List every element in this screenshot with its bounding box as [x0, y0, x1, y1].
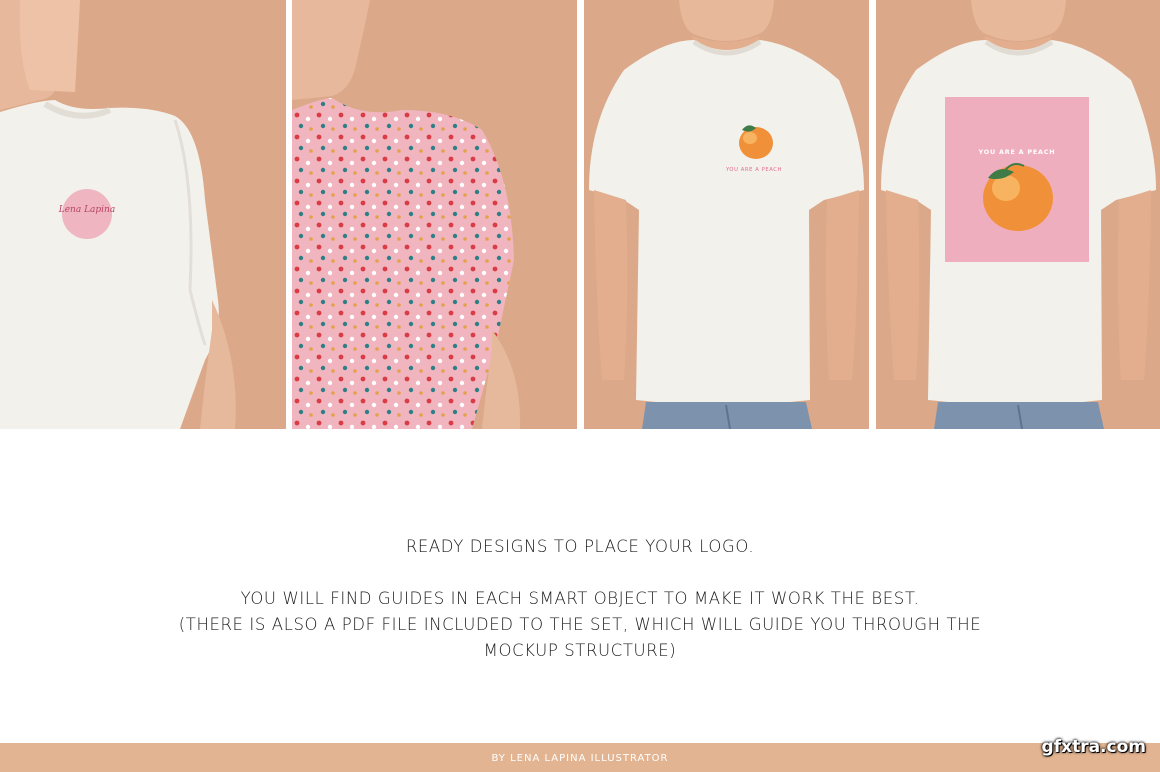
footer-credit: BY LENA LAPINA ILLUSTRATOR [491, 753, 669, 764]
watermark: gfxtra.com [1041, 737, 1146, 757]
caption-line-3: (THERE IS ALSO A PDF FILE INCLUDED TO TH… [178, 615, 982, 634]
large-peach-mockup-photo: YOU ARE A PEACH [876, 0, 1160, 429]
panel-large-peach-print: YOU ARE A PEACH [876, 0, 1160, 429]
logo-mockup-photo: Lena Lapina [0, 0, 286, 429]
panel-small-peach-print: YOU ARE A PEACH [584, 0, 869, 429]
mockup-gallery: Lena Lapina YOU ARE A PEACH YOU ARE A PE… [0, 0, 1160, 429]
large-print-text: YOU ARE A PEACH [978, 148, 1056, 156]
floral-mockup-photo [292, 0, 577, 429]
caption-line-1: READY DESIGNS TO PLACE YOUR LOGO. [405, 537, 755, 556]
panel-floral-pattern-mockup [292, 0, 577, 429]
panel-logo-mockup: Lena Lapina [0, 0, 286, 429]
small-peach-illustration [739, 127, 773, 159]
caption-line-2: YOU WILL FIND GUIDES IN EACH SMART OBJEC… [240, 589, 920, 608]
small-peach-mockup-photo: YOU ARE A PEACH [584, 0, 869, 429]
small-print-text: YOU ARE A PEACH [725, 167, 782, 173]
logo-text: Lena Lapina [58, 205, 115, 215]
description-text: READY DESIGNS TO PLACE YOUR LOGO. YOU WI… [0, 534, 1160, 664]
caption-line-4: MOCKUP STRUCTURE) [483, 641, 677, 660]
footer-bar: BY LENA LAPINA ILLUSTRATOR [0, 743, 1160, 772]
